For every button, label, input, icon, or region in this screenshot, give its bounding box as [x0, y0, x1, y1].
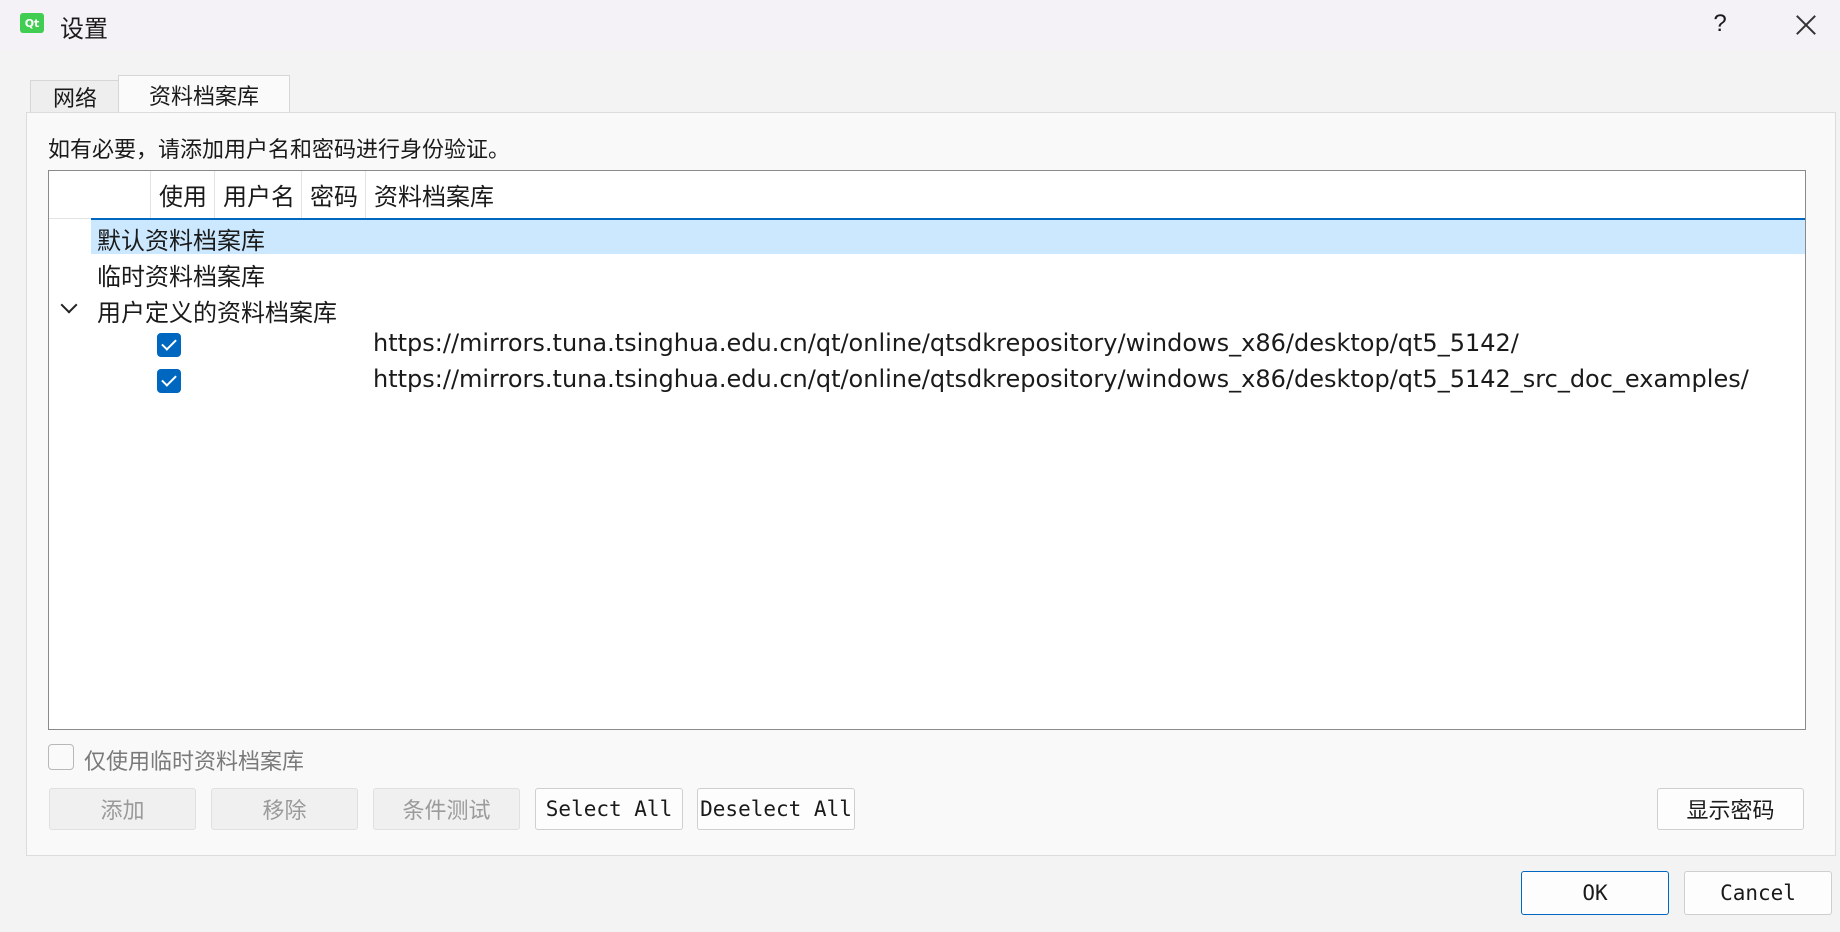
temp-only-checkbox[interactable]: [48, 744, 74, 770]
repository-url-row[interactable]: https://mirrors.tuna.tsinghua.edu.cn/qt/…: [49, 362, 1805, 398]
cancel-button[interactable]: Cancel: [1684, 871, 1832, 915]
select-all-button[interactable]: Select All: [535, 788, 683, 830]
tab-network[interactable]: 网络: [30, 80, 120, 113]
temp-only-label: 仅使用临时资料档案库: [84, 750, 305, 775]
header-use[interactable]: 使用: [150, 171, 214, 218]
settings-dialog: Qt 设置 ? 网络 资料档案库 如有必要，请添加用户名和密码进行身份验证。 使…: [0, 0, 1840, 932]
remove-button[interactable]: 移除: [211, 788, 358, 830]
test-button[interactable]: 条件测试: [373, 788, 520, 830]
auth-hint-text: 如有必要，请添加用户名和密码进行身份验证。: [48, 138, 511, 163]
repository-url-row[interactable]: https://mirrors.tuna.tsinghua.edu.cn/qt/…: [49, 326, 1805, 362]
repository-url: https://mirrors.tuna.tsinghua.edu.cn/qt/…: [373, 365, 1749, 393]
tree-row-label: 默认资料档案库: [97, 227, 265, 255]
chevron-down-icon[interactable]: [60, 296, 78, 314]
tree-row-user-defined-repositories[interactable]: 用户定义的资料档案库: [49, 290, 1805, 327]
header-password[interactable]: 密码: [301, 171, 365, 218]
header-tree-column: [49, 171, 151, 218]
qt-app-icon: Qt: [20, 13, 44, 33]
tree-row-default-repositories[interactable]: 默认资料档案库: [49, 218, 1805, 255]
repository-url: https://mirrors.tuna.tsinghua.edu.cn/qt/…: [373, 329, 1519, 357]
header-repository[interactable]: 资料档案库: [365, 171, 965, 218]
help-button[interactable]: ?: [1700, 6, 1740, 42]
use-checkbox[interactable]: [157, 369, 181, 393]
title-bar: Qt 设置 ?: [0, 0, 1840, 50]
repository-tree[interactable]: 使用 用户名 密码 资料档案库 默认资料档案库 临时资料档案库 用户定义的资料档…: [48, 170, 1806, 730]
tree-row-temporary-repositories[interactable]: 临时资料档案库: [49, 254, 1805, 291]
close-icon[interactable]: [1785, 6, 1829, 42]
window-title: 设置: [60, 15, 108, 43]
ok-button[interactable]: OK: [1521, 871, 1669, 915]
tree-header: 使用 用户名 密码 资料档案库: [49, 171, 1805, 219]
tree-row-label: 临时资料档案库: [97, 263, 265, 291]
header-username[interactable]: 用户名: [214, 171, 301, 218]
tab-repositories[interactable]: 资料档案库: [118, 75, 290, 114]
add-button[interactable]: 添加: [49, 788, 196, 830]
tree-row-label: 用户定义的资料档案库: [97, 299, 337, 327]
deselect-all-button[interactable]: Deselect All: [697, 788, 855, 830]
use-checkbox[interactable]: [157, 333, 181, 357]
show-password-button[interactable]: 显示密码: [1657, 788, 1804, 830]
selection-highlight: [91, 218, 1805, 254]
